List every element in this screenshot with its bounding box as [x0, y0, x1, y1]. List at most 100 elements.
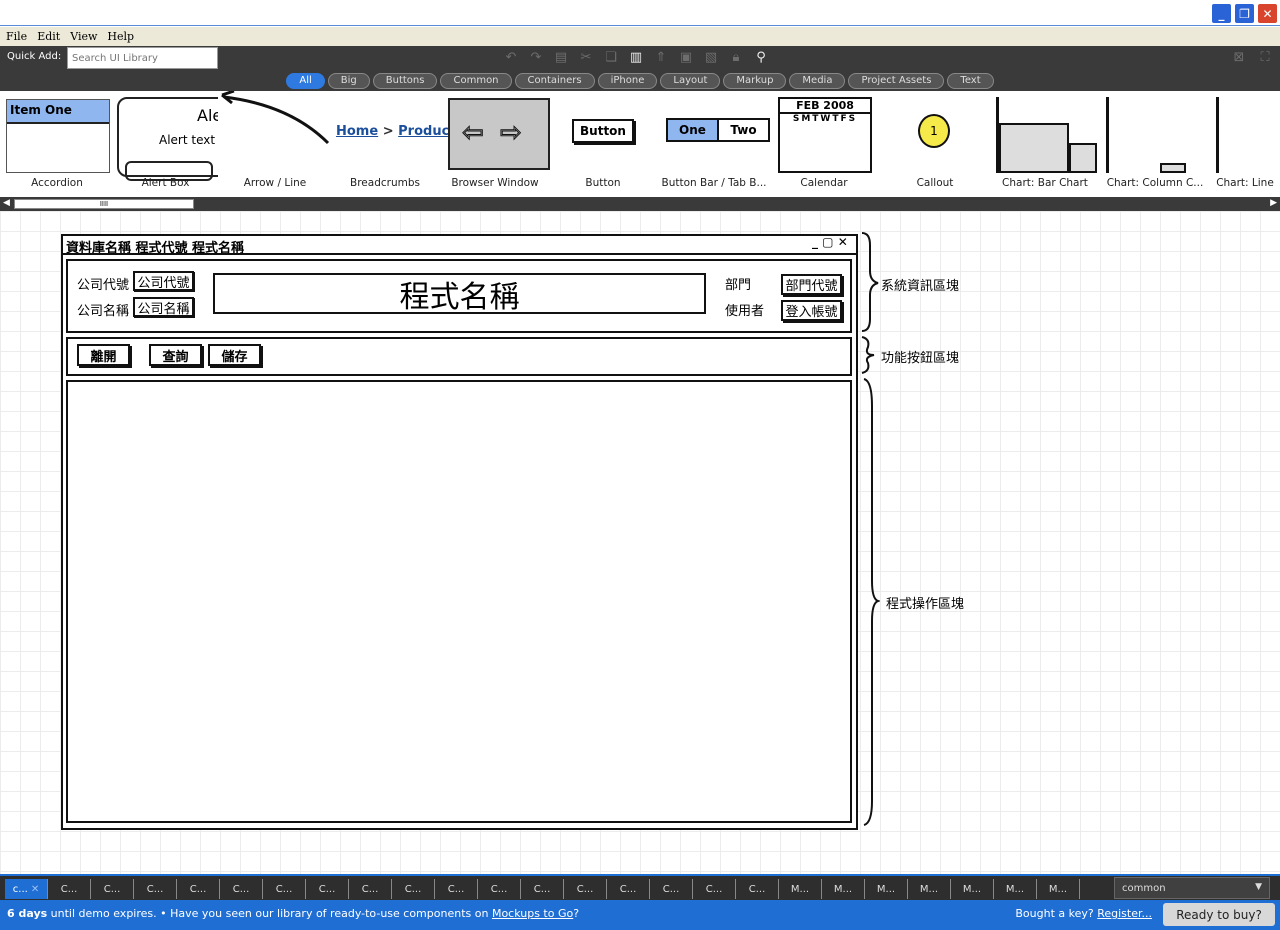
delete-icon[interactable]: ⊠: [1230, 48, 1248, 66]
library-scrollbar[interactable]: ◀ IIII ▶: [0, 197, 1280, 211]
ready-to-buy-button[interactable]: Ready to buy?: [1163, 903, 1275, 926]
filter-big[interactable]: Big: [327, 72, 370, 89]
mockup-tab[interactable]: M...: [908, 879, 951, 899]
quick-add-search-input[interactable]: [67, 47, 218, 69]
menu-help[interactable]: Help: [107, 30, 134, 43]
tab-close-icon[interactable]: ✕: [31, 884, 39, 895]
status-bar: 6 days until demo expires. • Have you se…: [0, 900, 1280, 930]
mockup-tab[interactable]: C...: [650, 879, 693, 899]
tab-label: c...: [12, 883, 28, 895]
filter-project-assets[interactable]: Project Assets: [848, 72, 945, 89]
paste-icon[interactable]: ▥: [627, 48, 645, 66]
redo-icon[interactable]: ↷: [527, 48, 545, 66]
dept-code-field[interactable]: 部門代號: [781, 274, 842, 295]
scroll-right-icon[interactable]: ▶: [1270, 198, 1277, 208]
mockup-tab[interactable]: C...: [736, 879, 779, 899]
mockup-tab[interactable]: M...: [779, 879, 822, 899]
copy-icon[interactable]: ❏: [602, 48, 620, 66]
bring-front-icon[interactable]: ⇑: [652, 48, 670, 66]
mockup-tab[interactable]: C...: [48, 879, 91, 899]
restore-button[interactable]: ❐: [1234, 3, 1255, 24]
scroll-thumb[interactable]: IIII: [14, 199, 194, 209]
scroll-left-icon[interactable]: ◀: [3, 198, 10, 208]
forward-arrow-icon: ⇨: [500, 118, 523, 149]
user-account-field[interactable]: 登入帳號: [781, 300, 842, 321]
minimize-button[interactable]: _: [1211, 3, 1232, 24]
ui-library-strip: Item One Accordion Ale Alert text g Aler…: [0, 91, 1280, 197]
menu-edit[interactable]: Edit: [37, 30, 60, 43]
mockup-tab[interactable]: C...: [134, 879, 177, 899]
library-item-column-chart[interactable]: Chart: Column C...: [1100, 91, 1210, 197]
project-select[interactable]: common ▼: [1114, 877, 1270, 899]
filter-media[interactable]: Media: [789, 72, 846, 89]
button-bar-two: Two: [730, 123, 757, 137]
filter-markup[interactable]: Markup: [723, 72, 787, 89]
mockup-tab[interactable]: C...: [478, 879, 521, 899]
zoom-icon[interactable]: ⚲: [752, 48, 770, 66]
ungroup-icon[interactable]: ▧: [702, 48, 720, 66]
close-button[interactable]: ✕: [1257, 3, 1278, 24]
fullscreen-icon[interactable]: ⛶: [1256, 48, 1274, 66]
demo-text: until demo expires. • Have you seen our …: [50, 907, 489, 920]
filter-containers[interactable]: Containers: [514, 72, 595, 89]
register-link[interactable]: Register...: [1097, 907, 1152, 920]
mockup-tab[interactable]: C...: [607, 879, 650, 899]
company-name-field[interactable]: 公司名稱: [133, 297, 194, 317]
mockup-tab[interactable]: M...: [1037, 879, 1080, 899]
library-item-breadcrumbs[interactable]: Home > Produc Breadcrumbs: [330, 91, 449, 197]
save-button[interactable]: 儲存: [208, 344, 261, 366]
filter-iphone[interactable]: iPhone: [597, 72, 658, 89]
library-item-alert-box[interactable]: Ale Alert text g Alert Box: [113, 91, 218, 197]
mockup-tab[interactable]: M...: [822, 879, 865, 899]
chart-axis: [1106, 97, 1109, 173]
exit-button[interactable]: 離開: [77, 344, 130, 366]
filter-common[interactable]: Common: [440, 72, 512, 89]
library-item-button[interactable]: Button Button: [550, 91, 656, 197]
library-item-browser-window[interactable]: ⇦ ⇨ Browser Window: [440, 91, 550, 197]
mockup-tab[interactable]: M...: [865, 879, 908, 899]
mockup-tab[interactable]: C...: [349, 879, 392, 899]
mockup-tab[interactable]: C...: [220, 879, 263, 899]
query-button[interactable]: 查詢: [149, 344, 202, 366]
mockups-to-go-link[interactable]: Mockups to Go: [492, 907, 573, 920]
mockup-tab[interactable]: C...: [564, 879, 607, 899]
cut-icon[interactable]: ✂: [577, 48, 595, 66]
library-item-arrow-line[interactable]: Arrow / Line: [220, 91, 330, 197]
back-arrow-icon: ⇦: [462, 118, 485, 149]
undo-icon[interactable]: ↶: [502, 48, 520, 66]
library-item-callout[interactable]: 1 Callout: [880, 91, 990, 197]
filter-layout[interactable]: Layout: [660, 72, 721, 89]
window-title-bar: _ ❐ ✕: [0, 0, 1280, 26]
filter-all[interactable]: All: [286, 72, 325, 89]
mockup-tab[interactable]: C...: [435, 879, 478, 899]
library-item-line-chart[interactable]: Chart: Line: [1210, 91, 1280, 197]
mockup-tab[interactable]: C...: [392, 879, 435, 899]
mockup-canvas[interactable]: 資料庫名稱 程式代號 程式名稱 _ ▢ ✕ 公司代號 公司代號 公司名稱 公司名…: [0, 211, 1280, 874]
company-code-field[interactable]: 公司代號: [133, 271, 194, 291]
accordion-preview: Item One: [6, 99, 110, 173]
mockup-tab[interactable]: C...: [306, 879, 349, 899]
filter-text[interactable]: Text: [947, 72, 994, 89]
lock-icon[interactable]: 🔒︎: [727, 48, 745, 66]
mockup-tab[interactable]: C...: [521, 879, 564, 899]
menu-file[interactable]: File: [6, 30, 27, 43]
toolbar: Quick Add: ↶ ↷ ▤ ✂ ❏ ▥ ⇑ ▣ ▧ 🔒︎ ⚲ ⊠ ⛶: [0, 46, 1280, 70]
mockup-tab[interactable]: c... ✕: [5, 879, 48, 899]
filter-buttons[interactable]: Buttons: [372, 72, 438, 89]
mockup-tab[interactable]: M...: [951, 879, 994, 899]
library-item-calendar[interactable]: FEB 2008 SMTWTFS Calendar: [772, 91, 876, 197]
mockup-tab[interactable]: C...: [263, 879, 306, 899]
group-icon[interactable]: ▣: [677, 48, 695, 66]
duplicate-icon[interactable]: ▤: [552, 48, 570, 66]
breadcrumb-home: Home: [336, 124, 379, 139]
mockup-tab[interactable]: C...: [91, 879, 134, 899]
mockup-tab[interactable]: C...: [693, 879, 736, 899]
calendar-days: SMTWTFS: [792, 114, 858, 124]
menu-view[interactable]: View: [70, 30, 97, 43]
mockup-tab[interactable]: C...: [177, 879, 220, 899]
mockup-tab[interactable]: M...: [994, 879, 1037, 899]
library-item-accordion[interactable]: Item One Accordion: [4, 91, 110, 197]
library-item-button-bar[interactable]: One Two Button Bar / Tab B...: [658, 91, 770, 197]
program-name-field[interactable]: 程式名稱: [213, 273, 706, 315]
library-item-bar-chart[interactable]: Chart: Bar Chart: [990, 91, 1100, 197]
